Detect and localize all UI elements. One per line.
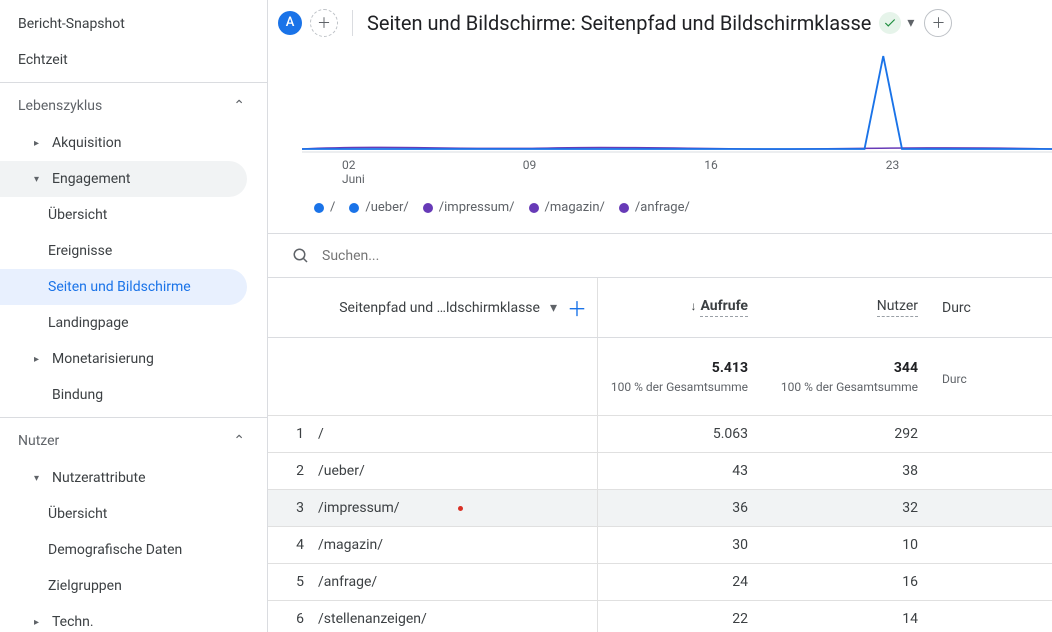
row-nutzer: 38	[768, 463, 938, 479]
table-header: Seitenpfad und …ldschirmklasse ▾ ＋ ↓Aufr…	[268, 278, 1052, 338]
line-chart	[302, 46, 1052, 156]
sidebar-item-audiences[interactable]: Zielgruppen	[0, 568, 247, 604]
search-input[interactable]	[322, 248, 1052, 264]
table-row[interactable]: 3/impressum/3632	[268, 490, 1052, 527]
row-path: /anfrage/	[318, 564, 598, 600]
row-nutzer: 10	[768, 537, 938, 553]
row-aufrufe: 30	[598, 537, 768, 553]
sidebar-item-user-overview[interactable]: Übersicht	[0, 496, 247, 532]
column-header-aufrufe[interactable]: ↓Aufrufe	[598, 298, 768, 317]
row-index: 1	[268, 426, 318, 442]
sidebar-item-retention[interactable]: Bindung	[0, 377, 247, 413]
row-aufrufe: 36	[598, 500, 768, 516]
divider	[0, 82, 267, 83]
add-button[interactable]: ＋	[924, 9, 952, 37]
chevron-up-icon: ⌃	[233, 433, 245, 449]
row-nutzer: 292	[768, 426, 938, 442]
legend-item[interactable]: /impressum/	[423, 200, 515, 215]
sort-desc-icon: ↓	[690, 299, 696, 313]
table-row[interactable]: 5/anfrage/2416	[268, 564, 1052, 601]
add-comparison-button[interactable]: ＋	[310, 9, 338, 37]
row-path: /ueber/	[318, 453, 598, 489]
summary-row: 5.413 100 % der Gesamtsumme 344 100 % de…	[268, 338, 1052, 416]
row-path: /impressum/	[318, 490, 598, 526]
chart-legend: / /ueber/ /impressum/ /magazin/ /anfrage/	[302, 186, 1052, 225]
chevron-down-icon[interactable]: ▾	[550, 300, 557, 316]
row-index: 3	[268, 500, 318, 516]
table-row[interactable]: 4/magazin/3010	[268, 527, 1052, 564]
row-path: /stellenanzeigen/	[318, 601, 598, 632]
chevron-up-icon: ⌃	[233, 98, 245, 114]
legend-item[interactable]: /magazin/	[529, 200, 605, 215]
sidebar-item-acquisition[interactable]: ▸Akquisition	[0, 125, 247, 161]
row-index: 4	[268, 537, 318, 553]
sidebar-item-pages-screens[interactable]: Seiten und Bildschirme	[0, 269, 247, 305]
row-aufrufe: 22	[598, 611, 768, 627]
collapse-icon: ▾	[34, 174, 46, 185]
sidebar: Bericht-Snapshot Echtzeit Lebenszyklus ⌃…	[0, 0, 268, 632]
row-path: /	[318, 416, 598, 452]
main: A ＋ Seiten und Bildschirme: Seitenpfad u…	[268, 0, 1052, 632]
dimension-label: Seitenpfad und …ldschirmklasse	[339, 300, 540, 316]
row-path: /magazin/	[318, 527, 598, 563]
row-index: 5	[268, 574, 318, 590]
sidebar-item-realtime[interactable]: Echtzeit	[0, 42, 247, 78]
sidebar-item-monetization[interactable]: ▸Monetarisierung	[0, 341, 247, 377]
topbar: A ＋ Seiten und Bildschirme: Seitenpfad u…	[268, 0, 1052, 46]
divider	[0, 417, 267, 418]
row-index: 2	[268, 463, 318, 479]
page-title: Seiten und Bildschirme: Seitenpfad und B…	[367, 11, 871, 35]
collapse-icon: ▾	[34, 473, 46, 484]
search-row	[268, 234, 1052, 278]
legend-item[interactable]: /ueber/	[349, 200, 408, 215]
sidebar-item-landingpage[interactable]: Landingpage	[0, 305, 247, 341]
divider	[352, 10, 353, 36]
indicator-dot	[458, 506, 463, 511]
row-nutzer: 32	[768, 500, 938, 516]
row-aufrufe: 24	[598, 574, 768, 590]
sidebar-item-demographics[interactable]: Demografische Daten	[0, 532, 247, 568]
row-aufrufe: 43	[598, 463, 768, 479]
sidebar-item-overview[interactable]: Übersicht	[0, 197, 247, 233]
table-row[interactable]: 2/ueber/4338	[268, 453, 1052, 490]
add-dimension-button[interactable]: ＋	[567, 293, 587, 322]
chevron-down-icon[interactable]: ▾	[907, 15, 914, 31]
sidebar-item-events[interactable]: Ereignisse	[0, 233, 247, 269]
expand-icon: ▸	[34, 138, 46, 149]
expand-icon: ▸	[34, 354, 46, 365]
search-icon	[292, 247, 310, 265]
sidebar-group-lifecycle[interactable]: Lebenszyklus ⌃	[0, 87, 267, 125]
summary-aufrufe: 5.413	[598, 360, 748, 376]
data-table: Seitenpfad und …ldschirmklasse ▾ ＋ ↓Aufr…	[268, 278, 1052, 632]
table-row[interactable]: 6/stellenanzeigen/2214	[268, 601, 1052, 632]
verified-icon[interactable]	[879, 12, 901, 34]
row-index: 6	[268, 611, 318, 627]
row-nutzer: 14	[768, 611, 938, 627]
sidebar-group-user[interactable]: Nutzer ⌃	[0, 422, 267, 460]
column-header-extra[interactable]: Durc	[938, 300, 1008, 316]
sidebar-item-engagement[interactable]: ▾Engagement	[0, 161, 247, 197]
expand-icon: ▸	[34, 617, 46, 628]
avatar[interactable]: A	[278, 11, 302, 35]
chart: 02 Juni 09 16 23 / /ueber/ /impressum/ /mag…	[268, 46, 1052, 234]
summary-nutzer: 344	[768, 360, 918, 376]
sidebar-item-user-attributes[interactable]: ▾Nutzerattribute	[0, 460, 247, 496]
sidebar-item-tech[interactable]: ▸Techn.	[0, 604, 247, 632]
chart-x-axis: 02 Juni 09 16 23	[302, 158, 1052, 186]
row-aufrufe: 5.063	[598, 426, 768, 442]
legend-item[interactable]: /	[314, 200, 335, 215]
column-header-nutzer[interactable]: Nutzer	[768, 298, 938, 317]
legend-item[interactable]: /anfrage/	[619, 200, 690, 215]
table-row[interactable]: 1/5.063292	[268, 416, 1052, 453]
row-nutzer: 16	[768, 574, 938, 590]
sidebar-item-report-snapshot[interactable]: Bericht-Snapshot	[0, 6, 247, 42]
